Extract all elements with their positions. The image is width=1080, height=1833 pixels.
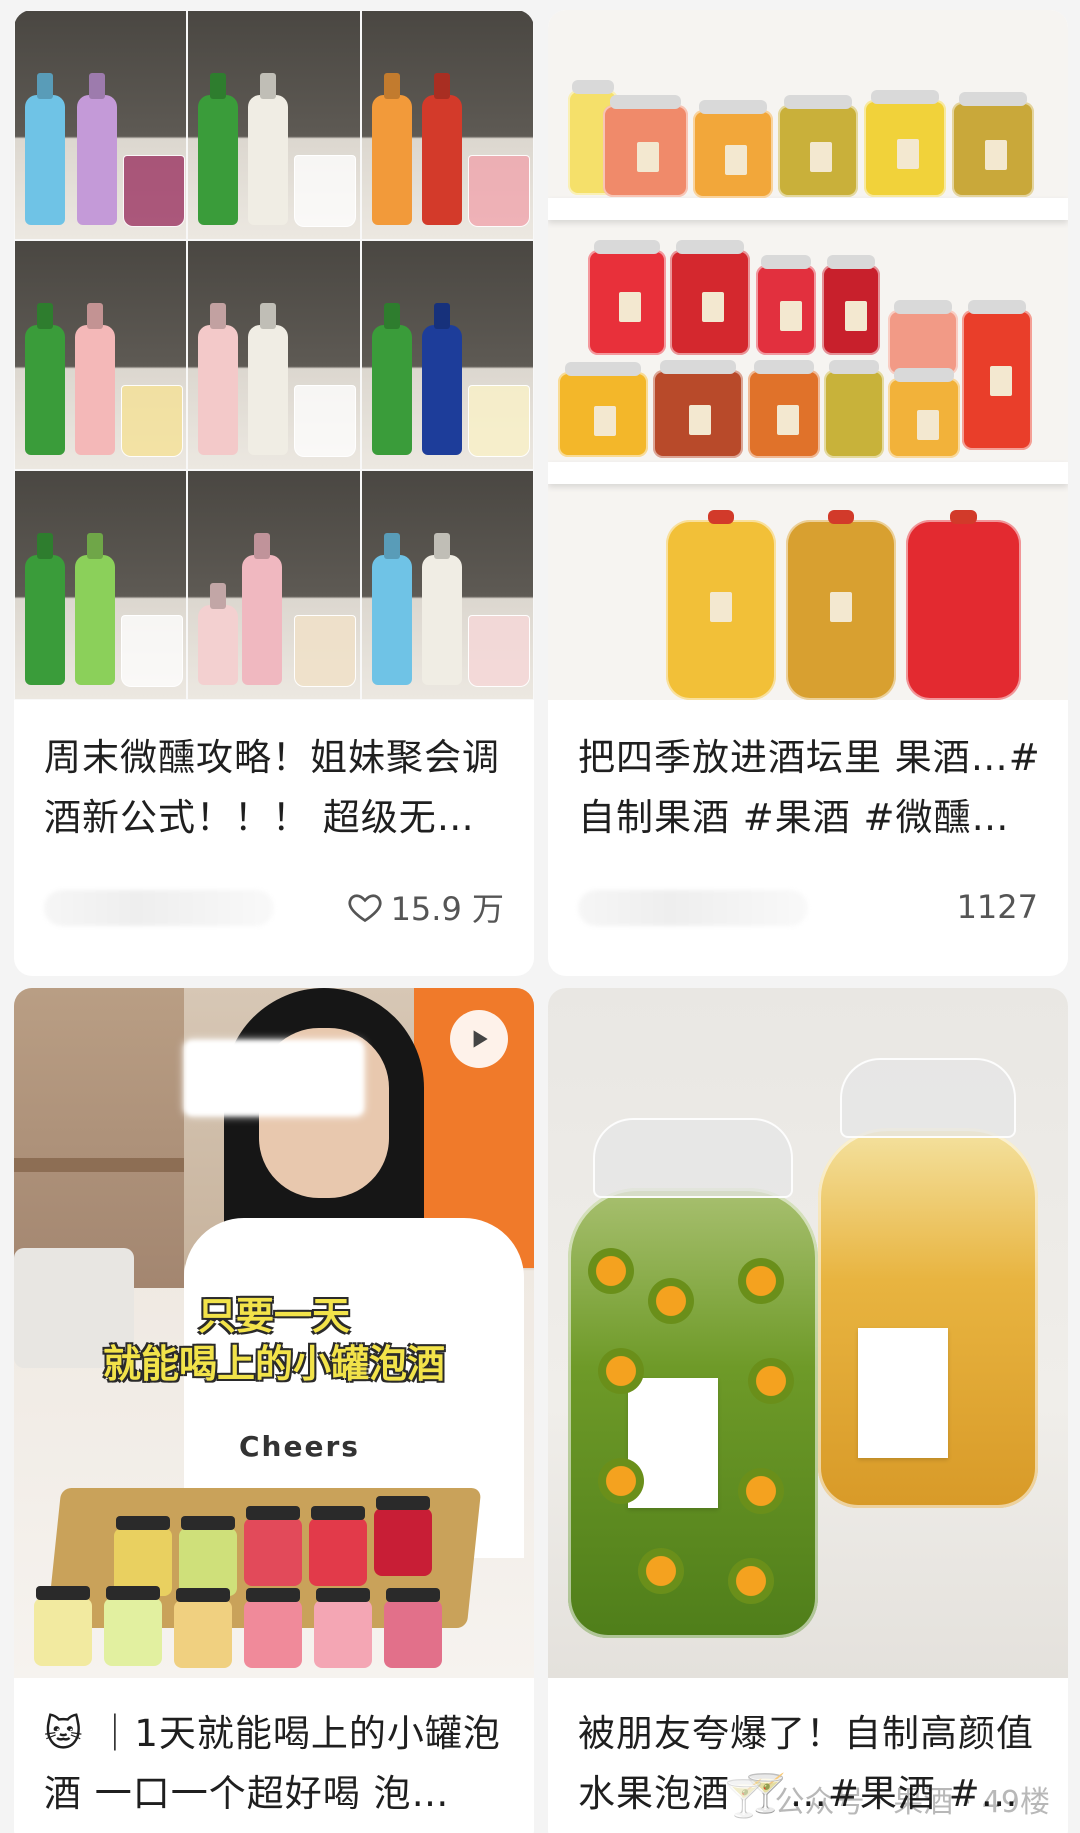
card-title: 周末微醺攻略！姐妹聚会调酒新公式！！！ 超级无… — [44, 736, 500, 839]
like-count-text: 1127 — [956, 888, 1038, 926]
card-meta: 1127 — [578, 882, 1038, 932]
video-frame: 只要一天 就能喝上的小罐泡酒 Cheers — [14, 988, 534, 1678]
heart-outline-icon[interactable] — [347, 889, 383, 925]
blurred-author — [44, 890, 274, 926]
blurred-author — [578, 890, 808, 926]
like-count[interactable]: 15.9 万 — [347, 882, 504, 932]
card-title: 把四季放进酒坛里 果酒…#自制果酒 #果酒 #微醺… — [578, 736, 1041, 839]
card-cover-image — [548, 10, 1068, 700]
cocktail-icon: 🍸 — [721, 1779, 767, 1820]
feed-card[interactable]: 只要一天 就能喝上的小罐泡酒 Cheers 🐱 ｜1天就能喝上的小罐泡酒 一口一… — [14, 988, 534, 1833]
like-count[interactable]: 1127 — [957, 882, 1038, 932]
waterfall-feed: 周末微醺攻略！姐妹聚会调酒新公式！！！ 超级无… 15.9 万 把四季放进酒坛里… — [0, 0, 1080, 1833]
card-cover-image — [14, 10, 534, 700]
privacy-blur — [184, 1040, 364, 1116]
feed-card[interactable]: 把四季放进酒坛里 果酒…#自制果酒 #果酒 #微醺… 1127 — [548, 10, 1068, 976]
watermark: 🍸 公众号 · 果酒 · 49楼 — [722, 1777, 1050, 1821]
card-meta: 15.9 万 — [44, 882, 504, 932]
two-jars-photo — [548, 988, 1068, 1678]
feed-card[interactable]: 被朋友夸爆了！自制高颜值水果泡酒 🍸…#果酒 #… — [548, 988, 1068, 1833]
play-icon[interactable] — [450, 1010, 508, 1068]
video-caption-line1: 只要一天 — [197, 1294, 350, 1338]
fruit-wine-shelf-photo — [548, 10, 1068, 700]
card-cover-image — [548, 988, 1068, 1678]
like-count-text: 15.9 万 — [390, 890, 504, 928]
drinks-grid-photo — [14, 10, 534, 700]
watermark-text: 公众号 · 果酒 · 49楼 — [774, 1785, 1050, 1820]
feed-card[interactable]: 周末微醺攻略！姐妹聚会调酒新公式！！！ 超级无… 15.9 万 — [14, 10, 534, 976]
shirt-print: Cheers — [239, 1430, 360, 1463]
card-cover-video: 只要一天 就能喝上的小罐泡酒 Cheers — [14, 988, 534, 1678]
video-caption-line2: 就能喝上的小罐泡酒 — [102, 1342, 445, 1386]
card-title: 🐱 ｜1天就能喝上的小罐泡酒 一口一个超好喝 泡… — [44, 1712, 501, 1815]
